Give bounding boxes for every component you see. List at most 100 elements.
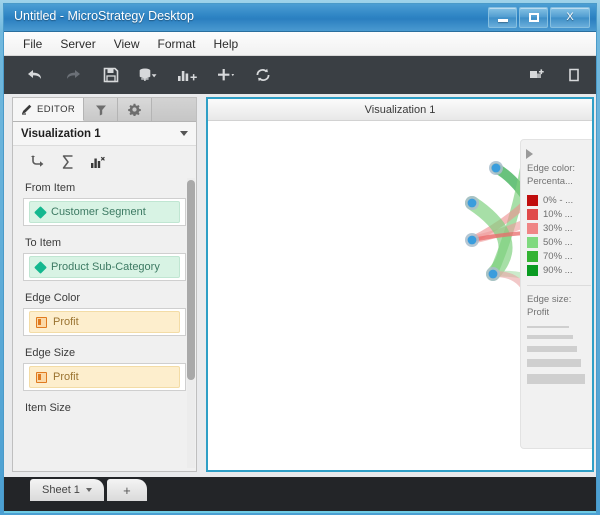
chip-product-sub-category[interactable]: Product Sub-Category: [29, 256, 180, 278]
legend-color-row[interactable]: 90% ...: [521, 263, 592, 277]
sigma-totals-icon: [62, 155, 73, 169]
chevron-down-icon: [85, 488, 92, 492]
legend-edge-color-title-1: Edge color:: [527, 163, 576, 174]
tab-filter[interactable]: [84, 98, 119, 121]
tab-settings[interactable]: [118, 98, 153, 121]
legend-color-items: 0% - ... 10% ... 30% ... 50% ... 70% ... 90% …: [521, 193, 592, 277]
visualization-canvas[interactable]: Edge color: Percenta... 0% - ... 10% ... 3…: [208, 121, 592, 470]
remove-chart-button[interactable]: [85, 150, 111, 174]
dropzone-item-size-label: Item Size: [25, 402, 71, 414]
editor-scrollbar-thumb[interactable]: [187, 180, 195, 380]
editor-panel-tabs: EDITOR: [13, 98, 196, 122]
refresh-icon: [256, 68, 270, 82]
swap-rows-columns-button[interactable]: [25, 150, 51, 174]
menu-item-help[interactable]: Help: [205, 35, 248, 53]
legend-size-bars: [521, 326, 592, 384]
legend-panel: Edge color: Percenta... 0% - ... 10% ... 3…: [520, 139, 592, 449]
app-root: Untitled - MicroStrategy Desktop X File …: [0, 0, 600, 515]
undo-button[interactable]: [18, 60, 52, 90]
menu-item-file[interactable]: File: [14, 35, 51, 53]
share-button[interactable]: [520, 60, 554, 90]
save-icon: [103, 67, 119, 83]
minimize-button[interactable]: [488, 7, 517, 28]
legend-color-label: 0% - ...: [543, 194, 574, 206]
legend-color-row[interactable]: 50% ...: [521, 235, 592, 249]
gear-icon: [128, 103, 141, 116]
dropzone-edge-size-label: Edge Size: [25, 347, 76, 359]
legend-color-swatch: [527, 250, 538, 262]
chevron-down-icon: [180, 131, 188, 136]
maximize-button[interactable]: [519, 7, 548, 28]
window-controls: X: [488, 7, 590, 28]
chip-edge-size-profit-label: Profit: [53, 371, 79, 383]
chip-edge-color-profit[interactable]: Profit: [29, 311, 180, 333]
editor-panel: EDITOR Visualization 1 From Item Custome…: [12, 97, 197, 472]
menu-bar: File Server View Format Help: [4, 32, 596, 56]
dropzone-to-item: To Item Product Sub-Category: [23, 237, 186, 281]
legend-edge-color-title-2: Percenta...: [527, 176, 573, 187]
legend-color-label: 90% ...: [543, 264, 573, 276]
filter-icon: [95, 105, 106, 115]
refresh-button[interactable]: [246, 60, 280, 90]
graph-node[interactable]: [467, 235, 477, 245]
totals-button[interactable]: [55, 150, 81, 174]
menu-item-server[interactable]: Server: [51, 35, 104, 53]
attribute-icon: [34, 205, 47, 219]
legend-collapse-button[interactable]: [526, 146, 544, 162]
legend-color-row[interactable]: 10% ...: [521, 207, 592, 221]
toolbar-right-group: [506, 60, 596, 90]
tab-editor[interactable]: EDITOR: [13, 98, 85, 121]
graph-node[interactable]: [488, 269, 498, 279]
redo-button[interactable]: [56, 60, 90, 90]
swap-rows-columns-icon: [30, 155, 44, 167]
window-title: Untitled - MicroStrategy Desktop: [14, 9, 194, 23]
attribute-icon: [34, 260, 47, 274]
legend-color-label: 30% ...: [543, 222, 573, 234]
dropzone-edge-color-box[interactable]: Profit: [23, 308, 186, 336]
legend-color-swatch: [527, 222, 538, 234]
dropzone-edge-size-box[interactable]: Profit: [23, 363, 186, 391]
dropzone-to-item-label: To Item: [25, 237, 62, 249]
work-area: EDITOR Visualization 1 From Item Custome…: [4, 94, 596, 477]
chip-product-sub-category-label: Product Sub-Category: [51, 261, 160, 273]
legend-color-row[interactable]: 0% - ...: [521, 193, 592, 207]
legend-size-bar: [527, 326, 569, 328]
maximize-icon: [528, 13, 539, 22]
chip-customer-segment[interactable]: Customer Segment: [29, 201, 180, 223]
add-sheet-button[interactable]: +: [106, 479, 147, 501]
visualization-selector[interactable]: Visualization 1: [13, 122, 196, 146]
dropzone-to-item-box[interactable]: Product Sub-Category: [23, 253, 186, 281]
legend-color-row[interactable]: 70% ...: [521, 249, 592, 263]
sheet-bar: Sheet 1 +: [4, 477, 596, 511]
legend-edge-size-title-2: Profit: [527, 307, 550, 318]
legend-size-bar: [527, 335, 573, 339]
sheet-tab-label: Sheet 1: [42, 484, 80, 496]
redo-icon: [66, 70, 80, 79]
add-sheet-label: +: [123, 482, 131, 498]
presentation-button[interactable]: [558, 60, 592, 90]
editor-mini-toolbar: [13, 146, 196, 178]
dropzone-from-item-box[interactable]: Customer Segment: [23, 198, 186, 226]
chip-edge-size-profit[interactable]: Profit: [29, 366, 180, 388]
insert-button[interactable]: [208, 60, 242, 90]
editor-dropzones: From Item Customer Segment To Item Produ…: [13, 178, 196, 471]
visualization-header[interactable]: Visualization 1: [208, 99, 592, 121]
metric-icon: [36, 371, 47, 383]
graph-node[interactable]: [467, 198, 477, 208]
toolbar-left-group: [4, 60, 280, 90]
legend-color-row[interactable]: 30% ...: [521, 221, 592, 235]
menu-item-format[interactable]: Format: [148, 35, 204, 53]
add-visualization-button[interactable]: [170, 60, 204, 90]
add-visualization-icon: [178, 71, 197, 81]
save-button[interactable]: [94, 60, 128, 90]
dropzone-from-item: From Item Customer Segment: [23, 182, 186, 226]
add-data-button[interactable]: [132, 60, 166, 90]
graph-node[interactable]: [491, 163, 501, 173]
dropzone-edge-color-label: Edge Color: [25, 292, 81, 304]
chip-customer-segment-label: Customer Segment: [51, 206, 146, 218]
close-button[interactable]: X: [550, 7, 590, 28]
sheet-tab-sheet-1[interactable]: Sheet 1: [30, 479, 104, 501]
legend-color-swatch: [527, 236, 538, 248]
legend-color-swatch: [527, 194, 538, 206]
menu-item-view[interactable]: View: [105, 35, 149, 53]
